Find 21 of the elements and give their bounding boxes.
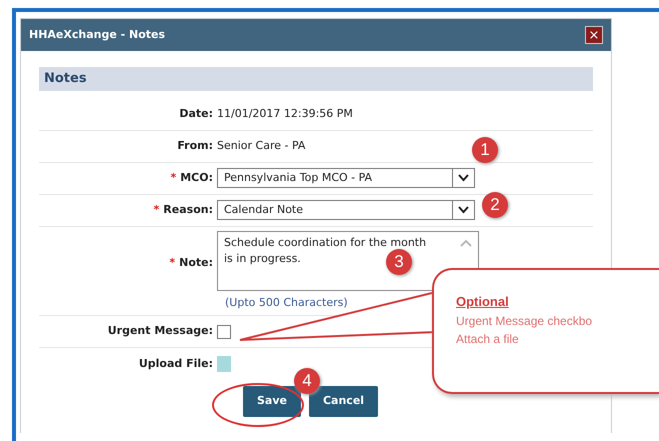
dropdown[interactable]: Calendar Note: [217, 200, 475, 220]
callout-text: Urgent Message checkbo: [456, 312, 594, 330]
window-title: HHAeXchange - Notes: [29, 26, 166, 43]
field-value: Senior Care - PA: [217, 138, 306, 154]
field-label: Upload File:: [138, 356, 214, 372]
callout-title: Optional: [456, 293, 510, 311]
character-limit-hint: (Upto 500 Characters): [225, 294, 348, 310]
field-label: * MCO:: [169, 170, 214, 186]
field-label: * Reason:: [152, 202, 214, 218]
checkbox[interactable]: [217, 324, 231, 338]
field-label: Date:: [178, 106, 214, 122]
section-header: Notes: [39, 67, 593, 90]
field-label: Urgent Message:: [106, 323, 214, 340]
field-value: 11/01/2017 12:39:56 PM: [217, 106, 353, 122]
callout-text: Attach a file: [456, 330, 520, 348]
field-label: From:: [176, 138, 214, 154]
close-button[interactable]: ×: [585, 26, 603, 44]
save-button[interactable]: Save: [243, 386, 301, 416]
cancel-button[interactable]: Cancel: [308, 386, 378, 416]
field-label: * Note:: [168, 254, 214, 270]
dropdown[interactable]: Pennsylvania Top MCO - PA: [217, 168, 475, 188]
